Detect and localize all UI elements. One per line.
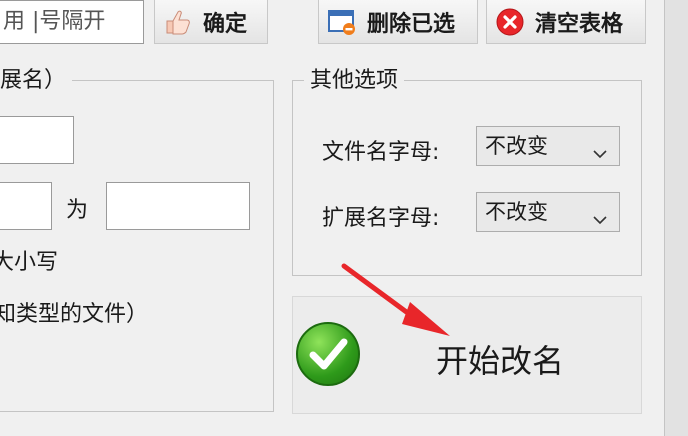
chevron-down-icon: [591, 203, 609, 225]
extension-textbox[interactable]: [0, 116, 74, 164]
clear-table-button[interactable]: 清空表格: [486, 0, 646, 44]
thumbs-up-icon: [163, 7, 193, 37]
other-options-group: [292, 80, 642, 276]
confirm-label: 确定: [203, 11, 248, 37]
confirm-button[interactable]: 确定: [154, 0, 268, 44]
replace-with-label: 为: [66, 198, 89, 223]
filename-case-value: 不改变: [485, 134, 548, 158]
extension-case-label: 扩展名字母:: [322, 206, 440, 231]
delete-selected-button[interactable]: 删除已选: [318, 0, 478, 44]
replace-to-textbox[interactable]: [106, 182, 250, 230]
chevron-down-icon: [591, 137, 609, 159]
replace-from-textbox[interactable]: [0, 182, 52, 230]
case-option-label[interactable]: 大小写: [0, 244, 58, 276]
delete-selected-label: 删除已选: [367, 11, 456, 37]
other-options-legend: 其他选项: [304, 62, 405, 94]
close-circle-icon: [495, 7, 525, 37]
red-arrow-annotation: [332, 262, 468, 350]
extension-case-value: 不改变: [485, 200, 548, 224]
filename-case-label: 文件名字母:: [322, 140, 440, 165]
separator-input[interactable]: 用 |号隔开: [0, 0, 144, 44]
unknown-type-option-label[interactable]: 知类型的文件）: [0, 296, 148, 328]
clear-table-label: 清空表格: [535, 11, 624, 37]
filename-case-select[interactable]: 不改变: [476, 126, 620, 166]
extension-group-legend: 展名）: [0, 62, 73, 94]
window-bottom: [0, 414, 664, 436]
window-edge: [664, 0, 688, 436]
extension-case-select[interactable]: 不改变: [476, 192, 620, 232]
window-delete-icon: [327, 7, 357, 37]
